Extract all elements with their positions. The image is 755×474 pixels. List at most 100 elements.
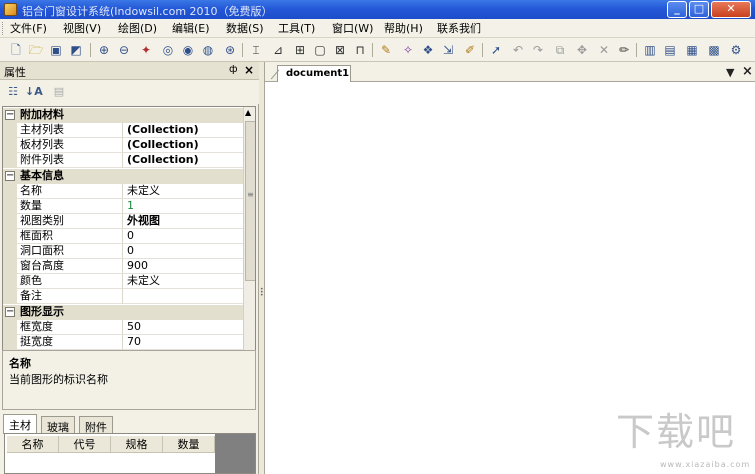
document-list-icon[interactable]: ▼: [726, 66, 734, 79]
redo-icon[interactable]: ↷: [530, 42, 546, 58]
tab-glass[interactable]: 玻璃: [41, 416, 75, 434]
menu-window[interactable]: 窗口(W): [332, 21, 373, 36]
menu-view[interactable]: 视图(V): [63, 21, 101, 36]
view3-icon[interactable]: ▦: [684, 42, 700, 58]
table-icon[interactable]: ▩: [706, 42, 722, 58]
menu-data[interactable]: 数据(S): [226, 21, 264, 36]
category-name: 图形显示: [20, 305, 64, 318]
property-row[interactable]: 窗台高度 900: [3, 259, 243, 274]
undo-icon[interactable]: ↶: [510, 42, 526, 58]
property-value[interactable]: [123, 289, 243, 304]
view1-icon[interactable]: ▥: [642, 42, 658, 58]
edit-icon[interactable]: ✐: [462, 42, 478, 58]
menu-draw[interactable]: 绘图(D): [118, 21, 157, 36]
property-row[interactable]: 主材列表 (Collection): [3, 123, 243, 138]
property-value[interactable]: (Collection): [123, 123, 243, 138]
collapse-toggle-icon[interactable]: −: [5, 171, 15, 181]
document-close-icon[interactable]: ×: [742, 64, 753, 79]
property-value[interactable]: 未定义: [123, 184, 243, 199]
property-value[interactable]: 50: [123, 320, 243, 335]
zoom-extents-icon[interactable]: ✦: [138, 42, 154, 58]
menu-tools[interactable]: 工具(T): [278, 21, 315, 36]
property-value[interactable]: 未定义: [123, 274, 243, 289]
export-icon[interactable]: ⇲: [440, 42, 456, 58]
measure-icon[interactable]: ⊿: [270, 42, 286, 58]
minimize-button[interactable]: _: [667, 1, 687, 18]
delete-icon[interactable]: ✕: [596, 42, 612, 58]
menu-contact[interactable]: 联系我们: [437, 21, 481, 36]
move-icon[interactable]: ✥: [574, 42, 590, 58]
property-value[interactable]: (Collection): [123, 138, 243, 153]
sort-alpha-icon[interactable]: ↓A: [25, 84, 43, 100]
select-icon[interactable]: ➚: [488, 42, 504, 58]
collapse-toggle-icon[interactable]: −: [5, 307, 15, 317]
tab-accessories[interactable]: 附件: [79, 416, 113, 434]
collapse-toggle-icon[interactable]: −: [5, 110, 15, 120]
category-row[interactable]: − 基本信息: [3, 169, 243, 184]
menu-edit[interactable]: 编辑(E): [172, 21, 210, 36]
category-row[interactable]: − 附加材料: [3, 108, 243, 123]
property-row[interactable]: 板材列表 (Collection): [3, 138, 243, 153]
property-row[interactable]: 框面积 0: [3, 229, 243, 244]
property-value[interactable]: 900: [123, 259, 243, 274]
settings-icon[interactable]: ⚙: [728, 42, 744, 58]
column-header-spec[interactable]: 规格: [111, 436, 163, 453]
property-value[interactable]: 外视图: [123, 214, 243, 229]
pin-icon[interactable]: ф: [229, 64, 238, 75]
row-gutter: [3, 138, 17, 153]
close-button[interactable]: ✕: [711, 1, 751, 18]
menu-file[interactable]: 文件(F): [10, 21, 47, 36]
property-row[interactable]: 挺宽度 70: [3, 335, 243, 350]
property-name: 名称: [17, 184, 123, 199]
view2-icon[interactable]: ▤: [662, 42, 678, 58]
category-row[interactable]: − 图形显示: [3, 305, 243, 320]
menu-help[interactable]: 帮助(H): [384, 21, 423, 36]
frame-icon[interactable]: ⌶: [248, 42, 264, 58]
property-row[interactable]: 洞口面积 0: [3, 244, 243, 259]
zoom-fit-icon[interactable]: ⊛: [222, 42, 238, 58]
saveall-icon[interactable]: ◩: [68, 42, 84, 58]
pencil-icon[interactable]: ✏: [616, 42, 632, 58]
save-icon[interactable]: ▣: [48, 42, 64, 58]
scroll-thumb[interactable]: [245, 121, 255, 281]
tab-document1[interactable]: document1: [277, 65, 351, 82]
scroll-up-icon[interactable]: ▲: [245, 108, 251, 117]
property-row[interactable]: 框宽度 50: [3, 320, 243, 335]
copy-icon[interactable]: ⧉: [552, 42, 568, 58]
open-icon[interactable]: 🗁: [28, 42, 44, 58]
render-icon[interactable]: ❖: [420, 42, 436, 58]
panel-close-icon[interactable]: ×: [244, 63, 254, 77]
column-header-code[interactable]: 代号: [59, 436, 111, 453]
grid-icon[interactable]: ⊠: [332, 42, 348, 58]
insert-icon[interactable]: ✎: [378, 42, 394, 58]
property-value[interactable]: 70: [123, 335, 243, 350]
column-header-name[interactable]: 名称: [7, 436, 59, 453]
maximize-button[interactable]: □: [689, 1, 709, 18]
property-value[interactable]: 0: [123, 244, 243, 259]
tab-main-material[interactable]: 主材: [3, 414, 37, 434]
categorized-icon[interactable]: ☷: [5, 84, 21, 100]
document-tab-strip: document1 ▼ ×: [265, 62, 755, 82]
dimension-icon[interactable]: ⊞: [292, 42, 308, 58]
door-icon[interactable]: ⊓: [352, 42, 368, 58]
zoom-window-icon[interactable]: ◎: [160, 42, 176, 58]
property-row[interactable]: 备注: [3, 289, 243, 304]
property-row[interactable]: 视图类别 外视图: [3, 214, 243, 229]
property-row[interactable]: 颜色 未定义: [3, 274, 243, 289]
property-row[interactable]: 数量 1: [3, 199, 243, 214]
property-name: 框宽度: [17, 320, 123, 335]
property-value[interactable]: 0: [123, 229, 243, 244]
zoom-prev-icon[interactable]: ◍: [200, 42, 216, 58]
box-icon[interactable]: ▢: [312, 42, 328, 58]
zoom-out-icon[interactable]: ⊖: [116, 42, 132, 58]
property-pages-icon[interactable]: ▤: [51, 84, 67, 100]
column-header-quantity[interactable]: 数量: [163, 436, 215, 453]
wand-icon[interactable]: ✧: [400, 42, 416, 58]
property-value[interactable]: 1: [123, 199, 243, 214]
property-row[interactable]: 名称 未定义: [3, 184, 243, 199]
zoom-in-icon[interactable]: ⊕: [96, 42, 112, 58]
new-icon[interactable]: 🗋: [8, 42, 24, 58]
property-value[interactable]: (Collection): [123, 153, 243, 168]
property-row[interactable]: 附件列表 (Collection): [3, 153, 243, 168]
zoom-all-icon[interactable]: ◉: [180, 42, 196, 58]
